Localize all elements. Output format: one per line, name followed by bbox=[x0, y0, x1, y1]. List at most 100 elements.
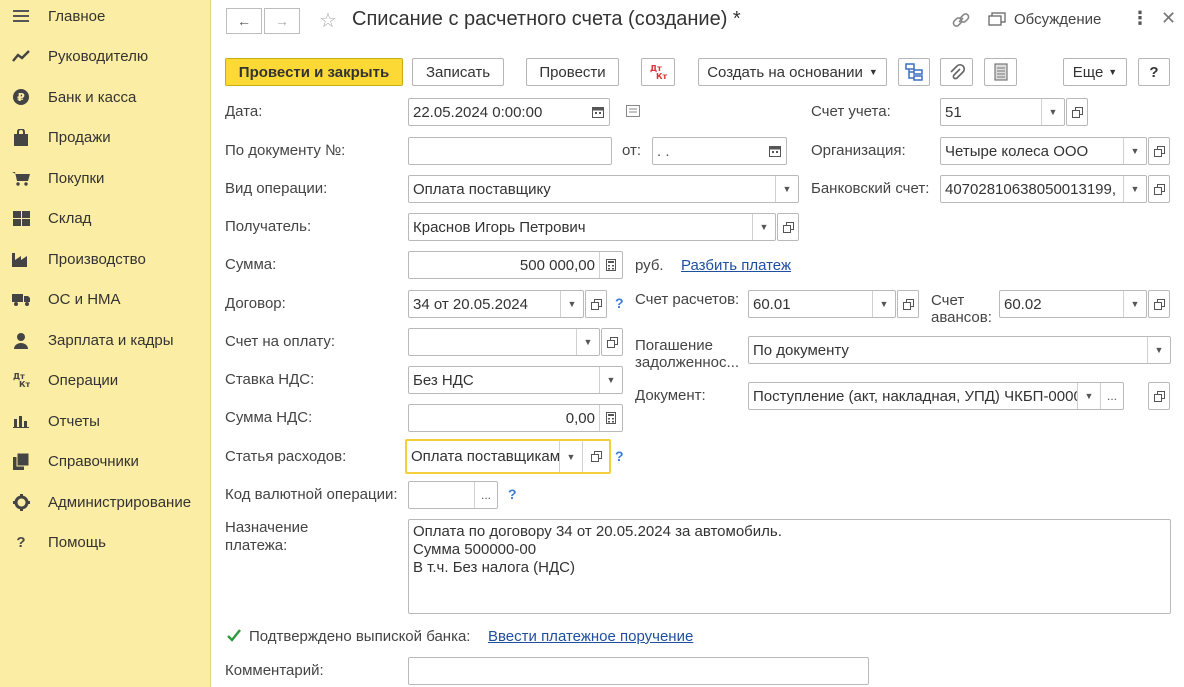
close-icon[interactable]: ✕ bbox=[1161, 8, 1176, 29]
calculator-icon[interactable] bbox=[599, 405, 622, 431]
sidebar: Главное Руководителю ₽ Банк и касса Прод… bbox=[0, 0, 211, 687]
purpose-line: В т.ч. Без налога (НДС) bbox=[413, 559, 575, 576]
vat-sum-label: Сумма НДС: bbox=[225, 409, 313, 426]
more-button[interactable]: Еще ▼ bbox=[1063, 58, 1127, 86]
help-button[interactable]: ? bbox=[1138, 58, 1170, 86]
contract-select[interactable]: 34 от 20.05.2024 ▼ bbox=[408, 290, 584, 318]
open-recipient-button[interactable] bbox=[777, 213, 799, 241]
chevron-down-icon[interactable]: ▼ bbox=[599, 367, 622, 393]
confirmed-checkbox[interactable] bbox=[225, 627, 243, 645]
advance-account-select[interactable]: 60.02 ▼ bbox=[999, 290, 1147, 318]
structure-button[interactable] bbox=[898, 58, 930, 86]
calculator-icon[interactable] bbox=[599, 252, 622, 278]
sidebar-item-label: Склад bbox=[48, 209, 92, 227]
chevron-down-icon[interactable]: ▼ bbox=[559, 441, 582, 472]
sidebar-item-salary[interactable]: Зарплата и кадры bbox=[0, 320, 210, 360]
settle-account-select[interactable]: 60.01 ▼ bbox=[748, 290, 896, 318]
sidebar-item-warehouse[interactable]: Склад bbox=[0, 198, 210, 238]
repayment-value: По документу bbox=[753, 341, 849, 359]
save-button[interactable]: Записать bbox=[412, 58, 504, 86]
open-icon bbox=[590, 451, 602, 462]
sidebar-item-reports[interactable]: Отчеты bbox=[0, 401, 210, 441]
chevron-down-icon[interactable]: ▼ bbox=[1123, 176, 1146, 202]
more-label: Еще bbox=[1072, 63, 1104, 81]
print-button[interactable] bbox=[984, 58, 1017, 86]
sidebar-item-help[interactable]: ? Помощь bbox=[0, 522, 210, 562]
sidebar-item-operations[interactable]: Дт Кт Операции bbox=[0, 360, 210, 400]
docnum-input[interactable] bbox=[408, 137, 612, 165]
purpose-textarea[interactable]: Оплата по договору 34 от 20.05.2024 за а… bbox=[408, 519, 1171, 614]
open-contract-button[interactable] bbox=[585, 290, 607, 318]
open-document-button[interactable] bbox=[1148, 382, 1170, 410]
help-question-icon[interactable]: ? bbox=[508, 486, 517, 502]
chevron-down-icon[interactable]: ▼ bbox=[872, 291, 895, 317]
chevron-down-icon[interactable]: ▼ bbox=[560, 291, 583, 317]
org-select[interactable]: Четыре колеса ООО ▼ bbox=[940, 137, 1147, 165]
discussion-button[interactable]: Обсуждение bbox=[988, 11, 1101, 28]
chevron-down-icon[interactable]: ▼ bbox=[1041, 99, 1064, 125]
help-question-icon[interactable]: ? bbox=[615, 448, 624, 464]
back-button[interactable]: ← bbox=[226, 8, 262, 34]
invoice-select[interactable]: ▼ bbox=[408, 328, 600, 356]
chevron-down-icon[interactable]: ▼ bbox=[752, 214, 775, 240]
sidebar-item-administration[interactable]: Администрирование bbox=[0, 482, 210, 522]
question-icon: ? bbox=[16, 533, 26, 551]
chevron-down-icon[interactable]: ▼ bbox=[1077, 383, 1100, 409]
post-and-close-button[interactable]: Провести и закрыть bbox=[225, 58, 403, 86]
sidebar-item-label: Производство bbox=[48, 250, 146, 268]
star-icon[interactable]: ☆ bbox=[319, 8, 337, 33]
attachments-button[interactable] bbox=[940, 58, 973, 86]
from-date-field[interactable]: . . bbox=[652, 137, 787, 165]
comment-input[interactable] bbox=[408, 657, 869, 685]
currency-code-field[interactable]: ... bbox=[408, 481, 498, 509]
ellipsis-button[interactable]: ... bbox=[474, 482, 497, 508]
open-bank-account-button[interactable] bbox=[1148, 175, 1170, 203]
help-question-icon[interactable]: ? bbox=[615, 295, 624, 311]
chevron-down-icon[interactable]: ▼ bbox=[1147, 337, 1170, 363]
calendar-icon[interactable] bbox=[587, 99, 609, 125]
open-expense-button[interactable] bbox=[582, 441, 609, 472]
sidebar-item-purchases[interactable]: Покупки bbox=[0, 158, 210, 198]
post-button[interactable]: Провести bbox=[526, 58, 619, 86]
expense-select[interactable]: Оплата поставщикам ▼ bbox=[405, 439, 611, 474]
enter-payment-order-link[interactable]: Ввести платежное поручение bbox=[488, 628, 693, 645]
ellipsis-button[interactable]: ... bbox=[1100, 383, 1123, 409]
sidebar-item-fixed-assets[interactable]: ОС и НМА bbox=[0, 279, 210, 319]
sidebar-item-manager[interactable]: Руководителю bbox=[0, 36, 210, 76]
sidebar-item-bank[interactable]: ₽ Банк и касса bbox=[0, 77, 210, 117]
chevron-down-icon[interactable]: ▼ bbox=[775, 176, 798, 202]
chevron-down-icon[interactable]: ▼ bbox=[576, 329, 599, 355]
account-select[interactable]: 51 ▼ bbox=[940, 98, 1065, 126]
vat-sum-field[interactable]: 0,00 bbox=[408, 404, 623, 432]
open-org-button[interactable] bbox=[1148, 137, 1170, 165]
link-icon[interactable] bbox=[951, 10, 971, 30]
sidebar-item-production[interactable]: Производство bbox=[0, 239, 210, 279]
optype-select[interactable]: Оплата поставщику ▼ bbox=[408, 175, 799, 203]
date-field[interactable]: 22.05.2024 0:00:00 bbox=[408, 98, 610, 126]
recipient-select[interactable]: Краснов Игорь Петрович ▼ bbox=[408, 213, 776, 241]
split-payment-link[interactable]: Разбить платеж bbox=[681, 257, 791, 274]
repayment-select[interactable]: По документу ▼ bbox=[748, 336, 1171, 364]
create-based-on-button[interactable]: Создать на основании ▼ bbox=[698, 58, 887, 86]
dt-kt-report-button[interactable]: Дт Кт bbox=[641, 58, 675, 86]
calendar-icon[interactable] bbox=[764, 138, 786, 164]
vat-rate-select[interactable]: Без НДС ▼ bbox=[408, 366, 623, 394]
svg-text:Кт: Кт bbox=[19, 380, 30, 388]
bank-account-select[interactable]: 40702810638050013199, ▼ bbox=[940, 175, 1147, 203]
open-invoice-button[interactable] bbox=[601, 328, 623, 356]
bank-account-label: Банковский счет: bbox=[811, 180, 930, 197]
open-advance-account-button[interactable] bbox=[1148, 290, 1170, 318]
open-settle-account-button[interactable] bbox=[897, 290, 919, 318]
chevron-down-icon[interactable]: ▼ bbox=[1123, 291, 1146, 317]
document-select[interactable]: Поступление (акт, накладная, УПД) ЧКБП-0… bbox=[748, 382, 1124, 410]
amount-field[interactable]: 500 000,00 bbox=[408, 251, 623, 279]
history-icon[interactable] bbox=[626, 105, 640, 117]
more-vert-icon[interactable]: ⋮ bbox=[1131, 8, 1149, 29]
sidebar-item-main[interactable]: Главное bbox=[0, 0, 210, 36]
sidebar-item-directories[interactable]: Справочники bbox=[0, 441, 210, 481]
forward-button[interactable]: → bbox=[264, 8, 300, 34]
open-account-button[interactable] bbox=[1066, 98, 1088, 126]
sidebar-item-sales[interactable]: Продажи bbox=[0, 117, 210, 157]
vat-sum-value: 0,00 bbox=[565, 409, 595, 427]
chevron-down-icon[interactable]: ▼ bbox=[1123, 138, 1146, 164]
